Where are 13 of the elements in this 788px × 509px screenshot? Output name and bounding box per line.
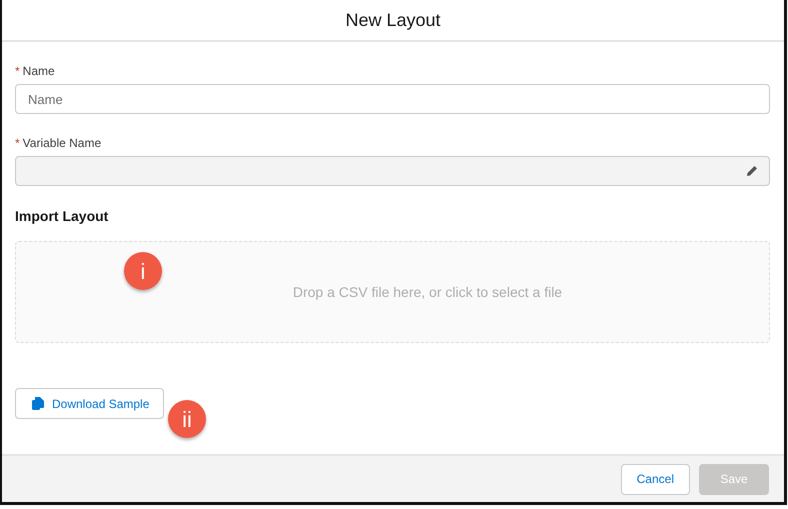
copy-icon xyxy=(32,397,44,410)
cancel-button[interactable]: Cancel xyxy=(620,464,690,494)
pencil-icon[interactable] xyxy=(746,165,758,177)
download-sample-button[interactable]: Download Sample xyxy=(15,388,164,419)
required-mark: * xyxy=(15,135,20,152)
section-heading: Import Layout xyxy=(15,207,110,226)
required-mark: * xyxy=(15,63,20,80)
field-label: Name xyxy=(22,63,55,80)
name-field[interactable]: Name xyxy=(15,84,770,114)
field-label: Variable Name xyxy=(22,135,102,152)
dialog-title: New Layout xyxy=(345,8,441,32)
callout-marker: ii xyxy=(168,400,206,438)
dropzone-text: Drop a CSV file here, or click to select a file xyxy=(292,282,562,302)
